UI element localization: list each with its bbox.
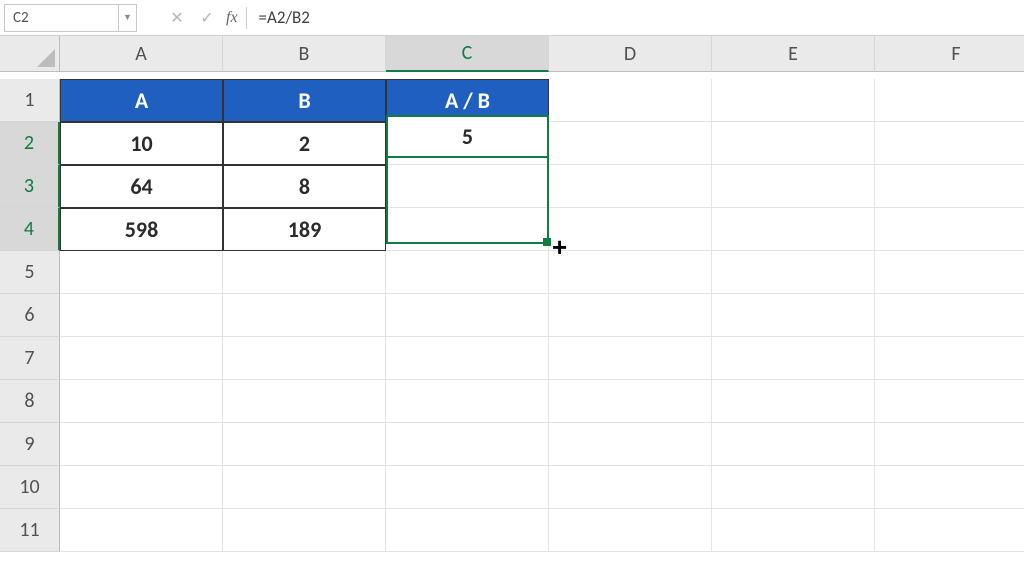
- cell-a1[interactable]: A: [60, 79, 223, 122]
- cell-d3[interactable]: [549, 165, 712, 208]
- cell-d7[interactable]: [549, 337, 712, 380]
- cell-f7[interactable]: [875, 337, 1024, 380]
- cell-a7[interactable]: [60, 337, 223, 380]
- separator: [151, 7, 152, 29]
- row-header-6[interactable]: 6: [0, 294, 60, 337]
- cell-f3[interactable]: [875, 165, 1024, 208]
- cell-b1[interactable]: B: [223, 79, 386, 122]
- enter-icon[interactable]: ✓: [192, 4, 222, 32]
- cell-d9[interactable]: [549, 423, 712, 466]
- col-header-e[interactable]: E: [712, 36, 875, 72]
- active-cell-value: 5: [462, 123, 473, 150]
- cell-a2[interactable]: 10: [60, 122, 223, 165]
- cell-d2[interactable]: [549, 122, 712, 165]
- cell-e11[interactable]: [712, 509, 875, 552]
- col-header-a[interactable]: A: [60, 36, 223, 72]
- cell-f5[interactable]: [875, 251, 1024, 294]
- fill-cursor-icon: +: [552, 234, 567, 260]
- cell-f6[interactable]: [875, 294, 1024, 337]
- col-header-d[interactable]: D: [549, 36, 712, 72]
- fx-icon[interactable]: fx: [222, 9, 244, 27]
- cell-f8[interactable]: [875, 380, 1024, 423]
- cell-d10[interactable]: [549, 466, 712, 509]
- row-header-4[interactable]: 4: [0, 208, 60, 251]
- cell-f2[interactable]: [875, 122, 1024, 165]
- cell-c11[interactable]: [386, 509, 549, 552]
- row-header-7[interactable]: 7: [0, 337, 60, 380]
- cell-b10[interactable]: [223, 466, 386, 509]
- cell-e1[interactable]: [712, 79, 875, 122]
- cell-c8[interactable]: [386, 380, 549, 423]
- cell-b6[interactable]: [223, 294, 386, 337]
- cell-c4[interactable]: [386, 208, 549, 251]
- cell-f9[interactable]: [875, 423, 1024, 466]
- cell-f10[interactable]: [875, 466, 1024, 509]
- row-header-8[interactable]: 8: [0, 380, 60, 423]
- cell-c7[interactable]: [386, 337, 549, 380]
- cell-a11[interactable]: [60, 509, 223, 552]
- cell-e2[interactable]: [712, 122, 875, 165]
- cell-e5[interactable]: [712, 251, 875, 294]
- cell-b9[interactable]: [223, 423, 386, 466]
- cell-c5[interactable]: [386, 251, 549, 294]
- formula-input[interactable]: =A2/B2: [255, 4, 1024, 32]
- cell-b2[interactable]: 2: [223, 122, 386, 165]
- cell-d6[interactable]: [549, 294, 712, 337]
- row-header-2[interactable]: 2: [0, 122, 60, 165]
- row-header-11[interactable]: 11: [0, 509, 60, 552]
- cell-f4[interactable]: [875, 208, 1024, 251]
- select-all-corner[interactable]: [0, 36, 60, 72]
- cell-c6[interactable]: [386, 294, 549, 337]
- col-header-b[interactable]: B: [223, 36, 386, 72]
- spreadsheet-grid[interactable]: A B C D E F 1 A B A / B 2 10 2 5 3 64 8 …: [0, 36, 1024, 552]
- cell-e8[interactable]: [712, 380, 875, 423]
- cell-a5[interactable]: [60, 251, 223, 294]
- cell-d5[interactable]: [549, 251, 712, 294]
- cell-c9[interactable]: [386, 423, 549, 466]
- cell-d1[interactable]: [549, 79, 712, 122]
- cell-d4[interactable]: [549, 208, 712, 251]
- row-header-3[interactable]: 3: [0, 165, 60, 208]
- cell-e6[interactable]: [712, 294, 875, 337]
- active-cell-outline: 5: [386, 115, 549, 158]
- row-header-10[interactable]: 10: [0, 466, 60, 509]
- row-header-5[interactable]: 5: [0, 251, 60, 294]
- cell-a4[interactable]: 598: [60, 208, 223, 251]
- cell-e3[interactable]: [712, 165, 875, 208]
- cell-e10[interactable]: [712, 466, 875, 509]
- cell-e4[interactable]: [712, 208, 875, 251]
- cell-f11[interactable]: [875, 509, 1024, 552]
- cell-b7[interactable]: [223, 337, 386, 380]
- cell-b8[interactable]: [223, 380, 386, 423]
- cell-a6[interactable]: [60, 294, 223, 337]
- name-box[interactable]: C2: [4, 4, 119, 32]
- cancel-icon[interactable]: ✕: [162, 4, 192, 32]
- row-header-1[interactable]: 1: [0, 79, 60, 122]
- row-header-9[interactable]: 9: [0, 423, 60, 466]
- cell-a8[interactable]: [60, 380, 223, 423]
- cell-a10[interactable]: [60, 466, 223, 509]
- name-box-dropdown[interactable]: ▼: [119, 4, 137, 32]
- cell-f1[interactable]: [875, 79, 1024, 122]
- divider: [246, 7, 247, 29]
- col-header-c[interactable]: C: [386, 36, 549, 72]
- col-header-f[interactable]: F: [875, 36, 1024, 72]
- cell-b5[interactable]: [223, 251, 386, 294]
- cell-a9[interactable]: [60, 423, 223, 466]
- cell-c3[interactable]: [386, 165, 549, 208]
- formula-bar: C2 ▼ ✕ ✓ fx =A2/B2: [0, 0, 1024, 36]
- cell-d8[interactable]: [549, 380, 712, 423]
- cell-b3[interactable]: 8: [223, 165, 386, 208]
- cell-c10[interactable]: [386, 466, 549, 509]
- cell-e7[interactable]: [712, 337, 875, 380]
- cell-d11[interactable]: [549, 509, 712, 552]
- cell-e9[interactable]: [712, 423, 875, 466]
- cell-a3[interactable]: 64: [60, 165, 223, 208]
- cell-b11[interactable]: [223, 509, 386, 552]
- cell-b4[interactable]: 189: [223, 208, 386, 251]
